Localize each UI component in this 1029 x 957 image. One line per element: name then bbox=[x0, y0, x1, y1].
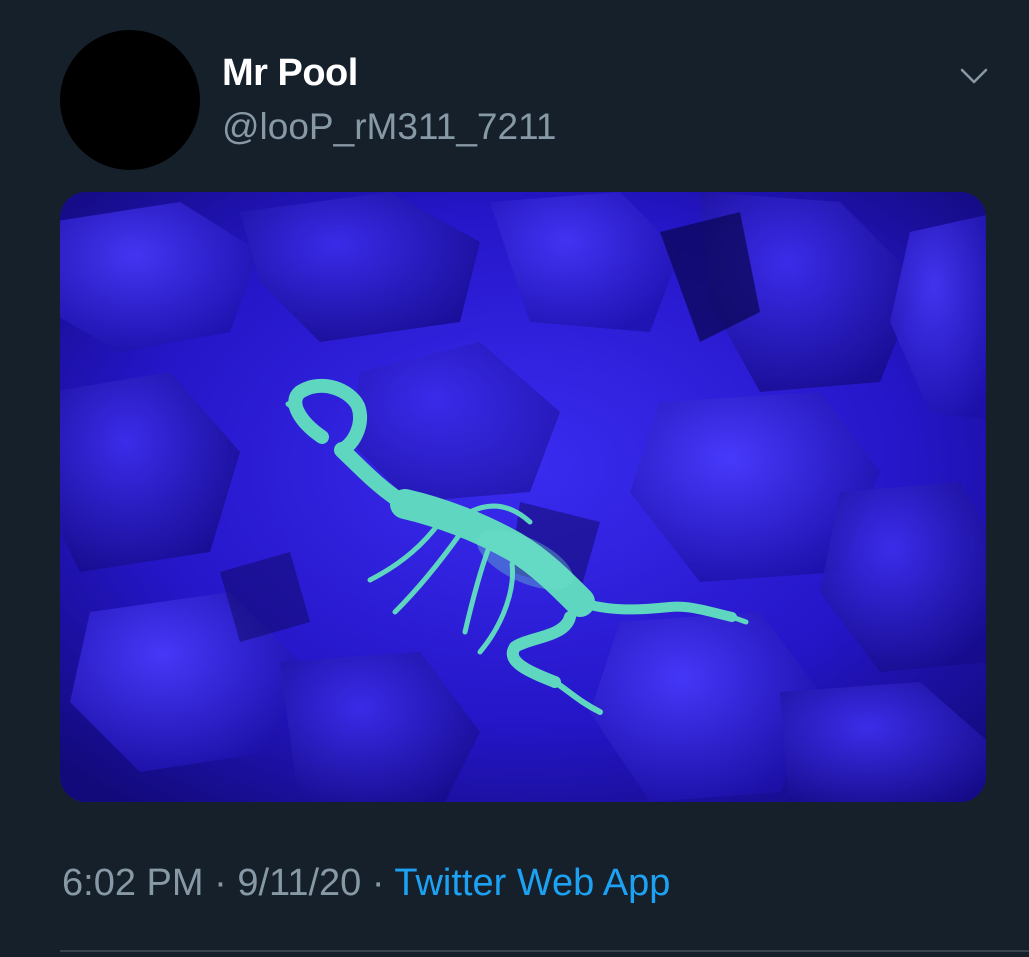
tweet-meta: 6:02 PM · 9/11/20 · Twitter Web App bbox=[62, 862, 670, 905]
avatar[interactable] bbox=[60, 30, 200, 170]
tweet: Mr Pool @looP_rM311_7211 6:02 PM · 9/11/… bbox=[0, 0, 1029, 957]
more-options-button[interactable] bbox=[952, 58, 996, 94]
user-handle[interactable]: @looP_rM311_7211 bbox=[222, 106, 556, 148]
tweet-photo[interactable] bbox=[60, 192, 986, 802]
scorpion-uv-photo bbox=[60, 192, 986, 802]
divider bbox=[60, 950, 1029, 952]
tweet-time[interactable]: 6:02 PM bbox=[62, 862, 204, 904]
display-name[interactable]: Mr Pool bbox=[222, 52, 358, 95]
chevron-down-icon bbox=[960, 68, 988, 84]
tweet-source-link[interactable]: Twitter Web App bbox=[394, 862, 670, 904]
tweet-date[interactable]: 9/11/20 bbox=[237, 862, 361, 904]
separator: · bbox=[361, 862, 395, 904]
separator: · bbox=[203, 862, 238, 904]
